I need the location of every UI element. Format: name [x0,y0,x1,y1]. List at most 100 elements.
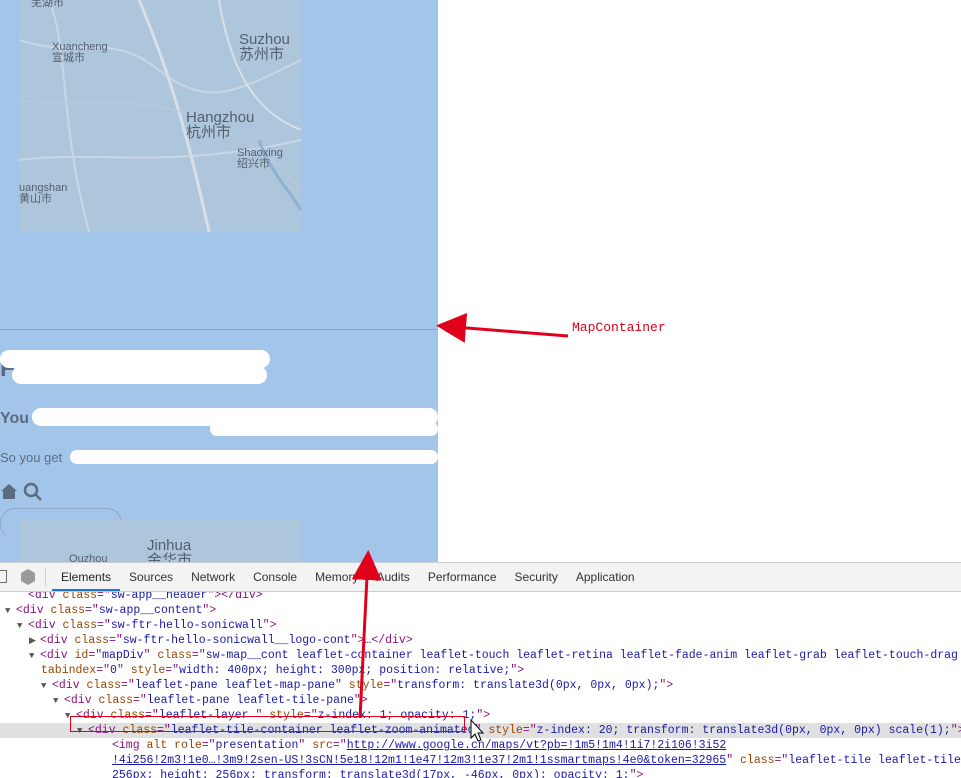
dom-attr-text: class [98,694,134,707]
dom-tag-text: <div [40,634,75,647]
dom-node-row[interactable]: ▼ <div class="leaflet-pane leaflet-tile-p… [0,693,961,708]
device-toolbar-icon[interactable] [20,568,36,586]
dom-tag-text: =" [191,649,206,662]
devtools-tab-security[interactable]: Security [506,563,567,591]
expand-triangle-icon[interactable]: ▼ [29,649,40,664]
map-city-label: Quzhou [69,553,108,563]
dom-tag-text: <div [16,604,51,617]
dom-val-text: sw-ftr-hello-sonicwall__logo-cont [122,634,351,647]
dom-tag-text: =" [97,592,111,602]
dom-tag-text: "> [510,664,525,677]
dom-tag-text: =" [774,754,789,767]
dom-attr-text: class [74,634,110,647]
dom-tag-text: <div [28,619,63,632]
dom-tag-text: =" [522,724,537,737]
dom-tag-text: <div [40,649,75,662]
dom-node-row[interactable]: <div class="sw-app__header"></div> [0,592,961,603]
map-container-edge [0,329,438,330]
dom-tag-text: <div [28,592,63,602]
dom-attr-text: class [50,604,86,617]
dom-attr-text: style [130,664,166,677]
search-icon [23,482,42,501]
dom-val-text: leaflet-pane leaflet-map-pane [134,679,335,692]
dom-attr-text: class [62,619,98,632]
page-subheading: You [0,410,30,427]
expand-triangle-icon[interactable]: ▼ [5,604,16,619]
dom-tag-text: <div [52,679,87,692]
toolbar-divider [45,568,46,586]
dom-val-text: width: 400px; height: 300px; position: r… [179,664,511,677]
dom-val-text: 0 [110,664,117,677]
map-city-label: Jinhua 金华市 [147,537,193,562]
dom-val-text: transform: translate3d(0px, 0px, 0px); [397,679,660,692]
devtools-tab-elements[interactable]: Elements [52,563,121,591]
dom-tag-text: " [334,679,349,692]
map-city-label: 芜湖市 [31,0,64,9]
dom-tag-text: =" [165,664,180,677]
dom-tag-text: =" [121,679,135,692]
dom-tag-text: =" [85,604,99,617]
dom-tag-text: " [474,724,489,737]
dom-attr-text: alt role [146,739,202,752]
dom-node-row[interactable]: ▶ <div class="sw-ftr-hello-sonicwall__log… [0,633,961,648]
dom-val-text: z-index: 20; transform: translate3d(0px,… [536,724,951,737]
dom-node-row[interactable]: ▼ <div class="leaflet-pane leaflet-map-pa… [0,678,961,693]
map-city-label: Shaoxing 绍兴市 [237,147,283,170]
dom-node-row[interactable]: !4i256!2m3!1e0…!3m9!2sen-US!3sCN!5e18!12… [0,753,961,768]
devtools-tab-application[interactable]: Application [567,563,644,591]
dom-attr-text: class [86,679,122,692]
dom-tag-text: <img [112,739,147,752]
dom-lnk-text[interactable]: !4i256!2m3!1e0…!3m9!2sen-US!3sCN!5e18!12… [112,754,726,767]
devtools-tab-performance[interactable]: Performance [419,563,506,591]
devtools-tab-network[interactable]: Network [182,563,244,591]
expand-triangle-icon[interactable]: ▼ [53,694,64,709]
home-icon [1,484,17,499]
dom-val-text: presentation [215,739,299,752]
dom-tag-text: =" [332,739,347,752]
devtools-tab-memory[interactable]: Memory [306,563,367,591]
dom-attr-text: class [157,649,192,662]
redaction-mark [210,422,438,436]
devtools-tab-sources[interactable]: Sources [120,563,182,591]
dom-tag-text: " [143,649,158,662]
devtools-toolbar: Elements Sources Network Console Memory Audit… [0,563,961,592]
dom-tag-text: "> [950,724,961,737]
dom-val-text: mapDiv [102,649,144,662]
dom-node-row[interactable]: <img alt role="presentation" src="http:/… [0,738,961,753]
map-city-label: Hangzhou 杭州市 [186,109,255,141]
dom-attr-text: style [348,679,384,692]
dom-attr-text: tabindex [41,664,97,677]
dom-tag-text: =" [383,679,398,692]
page-icons [0,481,46,503]
dom-tag-text: </div> [371,634,413,647]
dom-tag-text: "> [350,634,365,647]
dom-tag-text: "> [476,709,491,722]
redaction-mark [70,450,438,464]
dom-tag-text: =" [88,649,103,662]
dom-attr-text: class [740,754,775,767]
dom-tag-text: "> [659,679,674,692]
dom-attr-text: style [488,724,523,737]
map-tile-top[interactable]: 芜湖市 Suzhou 苏州市 Xuancheng 宣城市 Hangzhou 杭州市 S… [19,0,301,232]
dom-tag-text: =" [109,634,123,647]
dom-attr-text: class [62,592,98,602]
dom-lnk-text[interactable]: http://www.google.cn/maps/vt?pb=!1m5!1m4… [347,739,727,752]
devtools-tab-console[interactable]: Console [244,563,306,591]
dom-node-row[interactable]: ▼ <div id="mapDiv" class="sw-map__cont le… [0,648,961,663]
expand-triangle-icon[interactable]: ▼ [17,619,28,634]
dom-tag-text: <div [64,694,99,707]
redaction-mark [12,366,267,384]
dom-val-text: leaflet-tile leaflet-tile-loaded [788,754,961,767]
dom-tag-text: =" [133,694,147,707]
expand-triangle-icon[interactable]: ▼ [41,679,52,694]
dom-tag-text: "> [202,604,217,617]
map-city-label: Suzhou 苏州市 [239,31,290,63]
dom-node-row[interactable]: ▼ <div class="sw-ftr-hello-sonicwall"> [0,618,961,633]
map-tile-bottom[interactable]: Jinhua 金华市 Quzhou [19,520,301,562]
devtools-tab-audits[interactable]: Audits [367,563,418,591]
dom-val-text: sw-app__content [98,604,203,617]
dom-node-row[interactable]: ▼ <div class="sw-app__content"> [0,603,961,618]
dom-node-row[interactable]: tabindex="0" style="width: 400px; height… [0,663,961,678]
expand-triangle-icon[interactable]: ▶ [29,634,40,649]
inspect-element-icon[interactable] [0,570,7,583]
